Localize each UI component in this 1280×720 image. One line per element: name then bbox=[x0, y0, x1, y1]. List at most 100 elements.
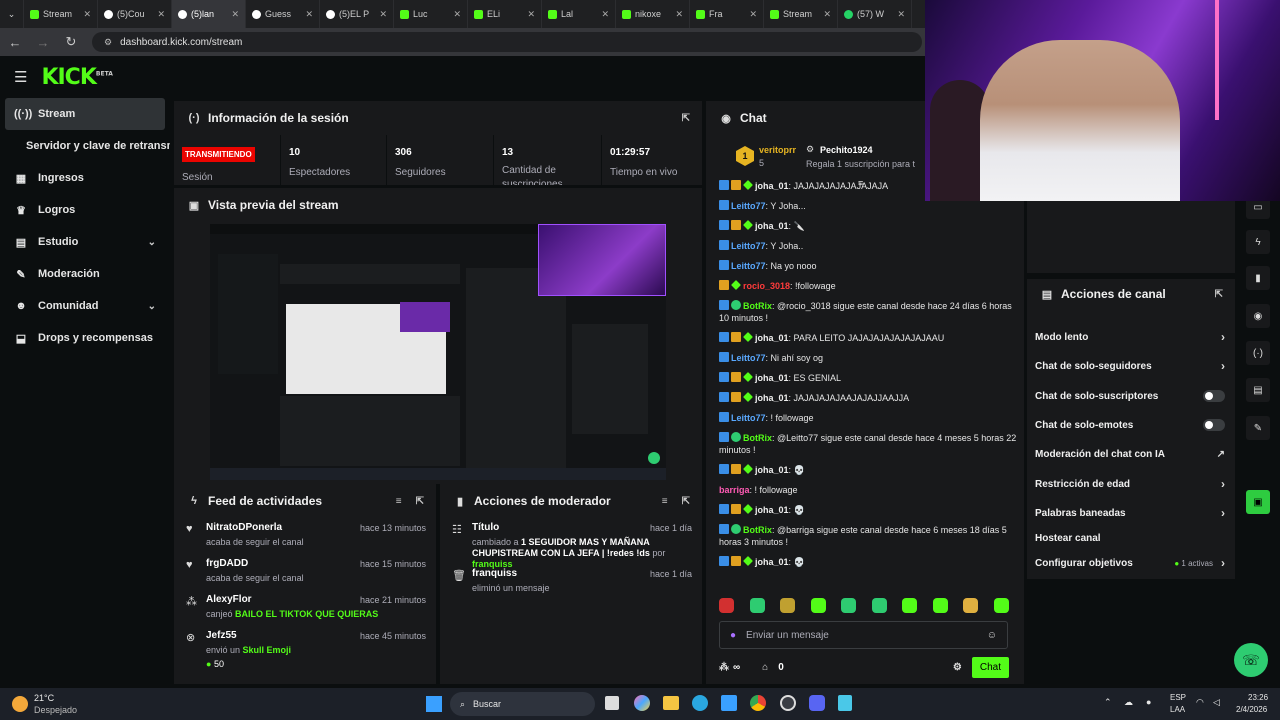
chat-username[interactable]: Leitto77 bbox=[731, 241, 766, 251]
browser-tab[interactable]: (57) W ✕ bbox=[838, 0, 912, 28]
app-edge-icon[interactable] bbox=[692, 695, 708, 711]
popout-icon[interactable]: ⇱ bbox=[682, 113, 690, 124]
emote-icon[interactable] bbox=[749, 598, 765, 613]
support-chat-button[interactable]: ☏ bbox=[1234, 643, 1268, 677]
start-icon[interactable] bbox=[426, 696, 442, 712]
emote-icon[interactable] bbox=[932, 598, 948, 613]
setting-followers-only[interactable]: Chat de solo-seguidores › bbox=[1035, 358, 1225, 374]
chat-username[interactable]: BotRix bbox=[743, 525, 772, 535]
stream-preview-video[interactable] bbox=[210, 224, 666, 480]
browser-tab[interactable]: (5)EL P ✕ bbox=[320, 0, 394, 28]
browser-tab[interactable]: Luc ✕ bbox=[394, 0, 468, 28]
chat-username[interactable]: rocio_3018 bbox=[743, 281, 790, 291]
strip-bolt-icon[interactable]: ϟ bbox=[1246, 230, 1270, 254]
setting-ai-moderation[interactable]: Moderación del chat con IA ↗ bbox=[1035, 446, 1225, 462]
taskbar-search[interactable]: ⌕ Buscar bbox=[450, 692, 595, 716]
strip-chat-icon[interactable]: ◉ bbox=[1246, 304, 1270, 328]
chat-username[interactable]: joha_01 bbox=[755, 333, 789, 343]
chat-settings-icon[interactable]: ⚙ bbox=[953, 662, 962, 673]
chat-username[interactable]: joha_01 bbox=[755, 557, 789, 567]
close-tab-icon[interactable]: ✕ bbox=[601, 9, 609, 20]
filter-icon[interactable]: ≡ bbox=[662, 496, 668, 507]
popout-icon[interactable]: ⇱ bbox=[682, 496, 690, 507]
close-tab-icon[interactable]: ✕ bbox=[379, 9, 387, 20]
chat-username[interactable]: Leitto77 bbox=[731, 413, 766, 423]
sidebar-item-logros[interactable]: ♛ Logros bbox=[0, 194, 170, 226]
tray-mic-icon[interactable]: ● bbox=[1146, 697, 1151, 707]
sidebar-item-drops[interactable]: ⬓ Drops y recompensas bbox=[0, 322, 170, 354]
strip-settings-icon[interactable]: ▤ bbox=[1246, 378, 1270, 402]
emote-icon[interactable] bbox=[902, 598, 918, 613]
pinned-gift[interactable]: 1 veritoprr 5 ⚙ Pechito1924 Regala 1 sus… bbox=[736, 143, 926, 173]
app-taskview-icon[interactable] bbox=[605, 696, 619, 710]
strip-mod-icon[interactable]: ▮ bbox=[1246, 266, 1270, 290]
close-tab-icon[interactable]: ✕ bbox=[231, 9, 239, 20]
chat-send-button[interactable]: Chat bbox=[971, 656, 1009, 678]
emotes-only-toggle[interactable] bbox=[1203, 419, 1225, 431]
close-tab-icon[interactable]: ✕ bbox=[453, 9, 461, 20]
setting-host-channel[interactable]: Hostear canal bbox=[1035, 530, 1225, 546]
setting-goals[interactable]: Configurar objetivos ● 1 activas › bbox=[1035, 555, 1225, 571]
chat-username[interactable]: BotRix bbox=[743, 301, 772, 311]
sidebar-item-stream[interactable]: ((·)) Stream bbox=[5, 98, 165, 130]
browser-tab[interactable]: ELi ✕ bbox=[468, 0, 542, 28]
close-tab-icon[interactable]: ✕ bbox=[527, 9, 535, 20]
chat-username[interactable]: BotRix bbox=[743, 433, 772, 443]
browser-tab[interactable]: Fra ✕ bbox=[690, 0, 764, 28]
strip-plugin-icon[interactable]: ▣ bbox=[1246, 490, 1270, 514]
emote-icon[interactable] bbox=[719, 598, 734, 613]
strip-broadcast-icon[interactable]: (·) bbox=[1246, 341, 1270, 365]
emote-icon[interactable] bbox=[780, 598, 796, 613]
close-tab-icon[interactable]: ✕ bbox=[83, 9, 91, 20]
browser-tab[interactable]: (5)lan ✕ bbox=[172, 0, 246, 28]
points-icon[interactable]: ⁂ bbox=[719, 662, 729, 673]
close-tab-icon[interactable]: ✕ bbox=[823, 9, 831, 20]
emote-icon[interactable] bbox=[871, 598, 887, 613]
reload-icon[interactable]: ↻ bbox=[64, 34, 78, 50]
tray-wifi-icon[interactable]: ◠ bbox=[1196, 697, 1204, 708]
filter-icon[interactable]: ≡ bbox=[396, 496, 402, 507]
back-icon[interactable]: ← bbox=[8, 35, 22, 50]
weather-icon[interactable] bbox=[12, 696, 28, 712]
lang-top[interactable]: ESP bbox=[1170, 693, 1186, 702]
sidebar-item-server-key[interactable]: Servidor y clave de retransm bbox=[0, 130, 170, 162]
kick-logo[interactable]: KICKBETA bbox=[41, 65, 112, 90]
chat-username[interactable]: Leitto77 bbox=[731, 353, 766, 363]
sidebar-item-estudio[interactable]: ▤ Estudio ⌄ bbox=[0, 226, 170, 258]
app-copilot-icon[interactable] bbox=[634, 695, 650, 711]
sidebar-item-comunidad[interactable]: ☻ Comunidad ⌄ bbox=[0, 290, 170, 322]
chat-username[interactable]: Leitto77 bbox=[731, 261, 766, 271]
chat-input[interactable]: ● Enviar un mensaje ☺ bbox=[719, 621, 1008, 649]
setting-banned-words[interactable]: Palabras baneadas › bbox=[1035, 505, 1225, 521]
emote-icon[interactable] bbox=[963, 598, 979, 613]
gift-box-icon[interactable]: ⌂ bbox=[762, 662, 768, 673]
app-files-icon[interactable] bbox=[663, 696, 679, 710]
site-info-icon[interactable]: ⚙ bbox=[104, 37, 112, 48]
app-notepad-icon[interactable] bbox=[838, 695, 852, 711]
setting-age-restriction[interactable]: Restricción de edad › bbox=[1035, 476, 1225, 492]
mic-icon[interactable]: ● bbox=[730, 630, 736, 641]
browser-tab[interactable]: Lal ✕ bbox=[542, 0, 616, 28]
emote-icon[interactable] bbox=[841, 598, 857, 613]
emote-icon[interactable] bbox=[810, 598, 826, 613]
close-tab-icon[interactable]: ✕ bbox=[157, 9, 165, 20]
close-tab-icon[interactable]: ✕ bbox=[749, 9, 757, 20]
url-field[interactable]: ⚙ dashboard.kick.com/stream bbox=[92, 32, 922, 52]
chat-username[interactable]: joha_01 bbox=[755, 505, 789, 515]
emote-icon[interactable] bbox=[993, 598, 1009, 613]
browser-tab[interactable]: nikoxe ✕ bbox=[616, 0, 690, 28]
popout-icon[interactable]: ⇱ bbox=[1215, 289, 1223, 300]
forward-icon[interactable]: → bbox=[36, 35, 50, 50]
chat-username[interactable]: joha_01 bbox=[755, 373, 789, 383]
tray-chevron-up-icon[interactable]: ⌃ bbox=[1104, 697, 1112, 708]
app-obs-icon[interactable] bbox=[780, 695, 796, 711]
setting-slow-mode[interactable]: Modo lento › bbox=[1035, 329, 1225, 345]
subscribers-only-toggle[interactable] bbox=[1203, 390, 1225, 402]
chat-username[interactable]: joha_01 bbox=[755, 393, 789, 403]
app-chrome-icon[interactable] bbox=[750, 695, 766, 711]
chat-username[interactable]: joha_01 bbox=[755, 465, 789, 475]
popout-icon[interactable]: ⇱ bbox=[416, 496, 424, 507]
chat-username[interactable]: barriga bbox=[719, 485, 750, 495]
sidebar-item-moderacion[interactable]: ✎ Moderación bbox=[0, 258, 170, 290]
chat-username[interactable]: Leitto77 bbox=[731, 201, 766, 211]
